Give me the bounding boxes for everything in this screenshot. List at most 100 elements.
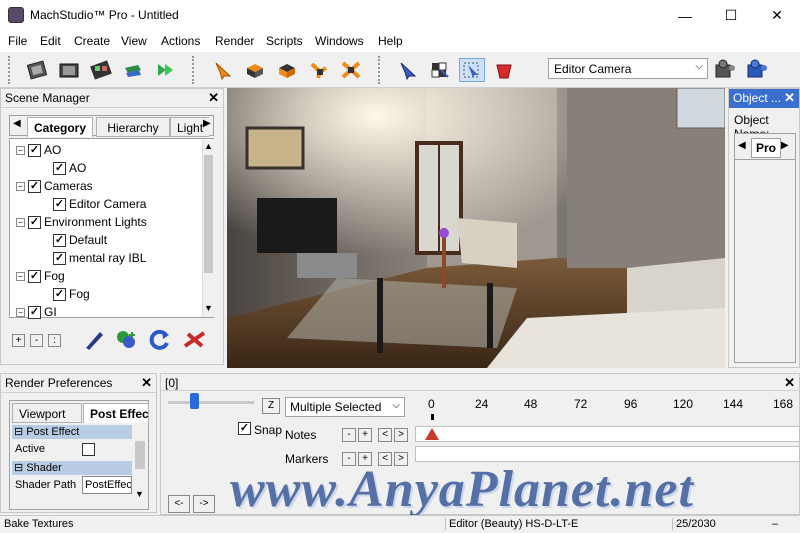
tree-item[interactable]: ✓ Default [53, 231, 107, 249]
menu-actions[interactable]: Actions [161, 34, 200, 48]
frame-icon[interactable] [56, 58, 82, 82]
tab-viewport[interactable]: Viewport [12, 403, 82, 423]
menu-scripts[interactable]: Scripts [266, 34, 303, 48]
camera-icon[interactable] [713, 58, 739, 82]
menu-render[interactable]: Render [215, 34, 254, 48]
notes-plus-button[interactable]: + [358, 428, 372, 442]
camera-select[interactable]: Editor Camera ⌵ [548, 58, 708, 79]
scroll-down-icon[interactable]: ▼ [135, 489, 144, 499]
zoom-slider-thumb[interactable] [190, 393, 199, 409]
menu-help[interactable]: Help [378, 34, 403, 48]
notes-prev-button[interactable]: < [378, 428, 392, 442]
snap-checkbox[interactable]: ✓ [238, 422, 251, 435]
checkbox[interactable]: ✓ [53, 233, 66, 247]
prefs-scrollbar[interactable]: ▼ [133, 425, 147, 509]
collapse-icon[interactable]: − [16, 307, 25, 317]
tab-scroll-right-icon[interactable]: ▶ [203, 118, 211, 129]
close-icon[interactable]: ✕ [141, 375, 152, 391]
checkbox[interactable]: ✓ [28, 143, 41, 157]
delete-icon[interactable] [182, 328, 208, 352]
tab-properties[interactable]: Pro [751, 138, 782, 158]
options-button[interactable]: : [48, 334, 61, 347]
checkbox[interactable]: ✓ [53, 287, 66, 301]
scroll-thumb[interactable] [204, 155, 213, 273]
checker-icon[interactable] [427, 58, 453, 82]
scroll-up-icon[interactable]: ▲ [204, 141, 213, 151]
z-button[interactable]: Z [262, 398, 280, 414]
collapse-icon[interactable]: − [16, 181, 25, 191]
toolbar-grip-2[interactable] [192, 56, 197, 84]
transform-tool-icon[interactable] [338, 58, 364, 82]
notes-next-button[interactable]: > [394, 428, 408, 442]
menu-file[interactable]: File [8, 34, 27, 48]
toolbar-grip[interactable] [8, 56, 13, 84]
expand-all-button[interactable]: + [12, 334, 25, 347]
section-post-effect[interactable]: ⊟ Post Effect [12, 425, 132, 439]
toolbar-grip-3[interactable] [378, 56, 383, 84]
zoom-slider-track[interactable] [168, 401, 254, 404]
tab-hierarchy[interactable]: Hierarchy [96, 117, 170, 137]
camera-settings-icon[interactable] [745, 58, 771, 82]
section-shader[interactable]: ⊟ Shader [12, 461, 132, 475]
collapse-icon[interactable]: − [16, 271, 25, 281]
pick-arrow-icon[interactable] [395, 58, 421, 82]
close-icon[interactable]: ✕ [784, 90, 795, 106]
tree-item[interactable]: ✓ Editor Camera [53, 195, 146, 213]
active-checkbox[interactable] [82, 443, 95, 456]
checkbox[interactable]: ✓ [28, 179, 41, 193]
tree-scrollbar[interactable]: ▲ ▼ [202, 139, 214, 317]
checkbox[interactable]: ✓ [28, 305, 41, 319]
next-frame-button[interactable]: -> [193, 495, 215, 513]
minimize-button[interactable]: — [662, 0, 708, 31]
tab-scroll-left-icon[interactable]: ◀ [738, 140, 746, 151]
play-icon[interactable] [152, 58, 178, 82]
pen-icon[interactable] [82, 328, 106, 352]
menu-view[interactable]: View [121, 34, 147, 48]
sequence-icon[interactable] [88, 58, 114, 82]
add-object-icon[interactable] [114, 328, 138, 352]
close-icon[interactable]: ✕ [784, 375, 795, 391]
selection-dropdown[interactable]: Multiple Selected ⌵ [285, 397, 405, 417]
refresh-icon[interactable] [148, 328, 172, 352]
tree-item[interactable]: − ✓ Cameras [16, 177, 93, 195]
tree-item[interactable]: − ✓ Environment Lights [16, 213, 147, 231]
bucket-icon[interactable] [491, 58, 517, 82]
checkbox[interactable]: ✓ [28, 269, 41, 283]
select-mode-icon[interactable] [459, 58, 485, 82]
checkbox[interactable]: ✓ [53, 197, 66, 211]
tree-item[interactable]: ✓ mental ray IBL [53, 249, 146, 267]
tree-item[interactable]: ✓ AO [53, 159, 86, 177]
notes-track[interactable] [415, 426, 800, 442]
loop-icon[interactable] [120, 58, 146, 82]
maximize-button[interactable]: ☐ [708, 0, 754, 31]
menu-edit[interactable]: Edit [40, 34, 61, 48]
notes-minus-button[interactable]: - [342, 428, 356, 442]
rotate-tool-icon[interactable] [274, 58, 300, 82]
tab-post-effect[interactable]: Post Effec [83, 403, 149, 423]
collapse-icon[interactable]: − [16, 217, 25, 227]
collapse-all-button[interactable]: - [30, 334, 43, 347]
tree-item[interactable]: − ✓ Fog [16, 267, 65, 285]
keyframe-marker-icon[interactable] [425, 428, 439, 440]
tree-item[interactable]: ✓ Fog [53, 285, 90, 303]
checkbox[interactable]: ✓ [53, 251, 66, 265]
film-strip-icon[interactable] [24, 58, 50, 82]
tree-item[interactable]: − ✓ GI [16, 303, 57, 321]
shader-path-input[interactable]: PostEffec [82, 476, 132, 494]
select-arrow-icon[interactable] [210, 58, 236, 82]
menu-windows[interactable]: Windows [315, 34, 364, 48]
close-button[interactable]: ✕ [754, 0, 800, 31]
prev-frame-button[interactable]: <- [168, 495, 190, 513]
tab-scroll-left-icon[interactable]: ◀ [13, 118, 21, 129]
tab-category[interactable]: Category [27, 117, 94, 137]
menu-create[interactable]: Create [74, 34, 110, 48]
scroll-thumb[interactable] [135, 441, 145, 469]
render-viewport[interactable] [227, 88, 725, 368]
close-icon[interactable]: ✕ [208, 90, 219, 106]
scale-tool-icon[interactable] [306, 58, 332, 82]
checkbox[interactable]: ✓ [53, 161, 66, 175]
collapse-icon[interactable]: − [16, 145, 25, 155]
scroll-down-icon[interactable]: ▼ [204, 303, 213, 313]
move-tool-icon[interactable] [242, 58, 268, 82]
tab-scroll-right-icon[interactable]: ▶ [781, 140, 789, 151]
